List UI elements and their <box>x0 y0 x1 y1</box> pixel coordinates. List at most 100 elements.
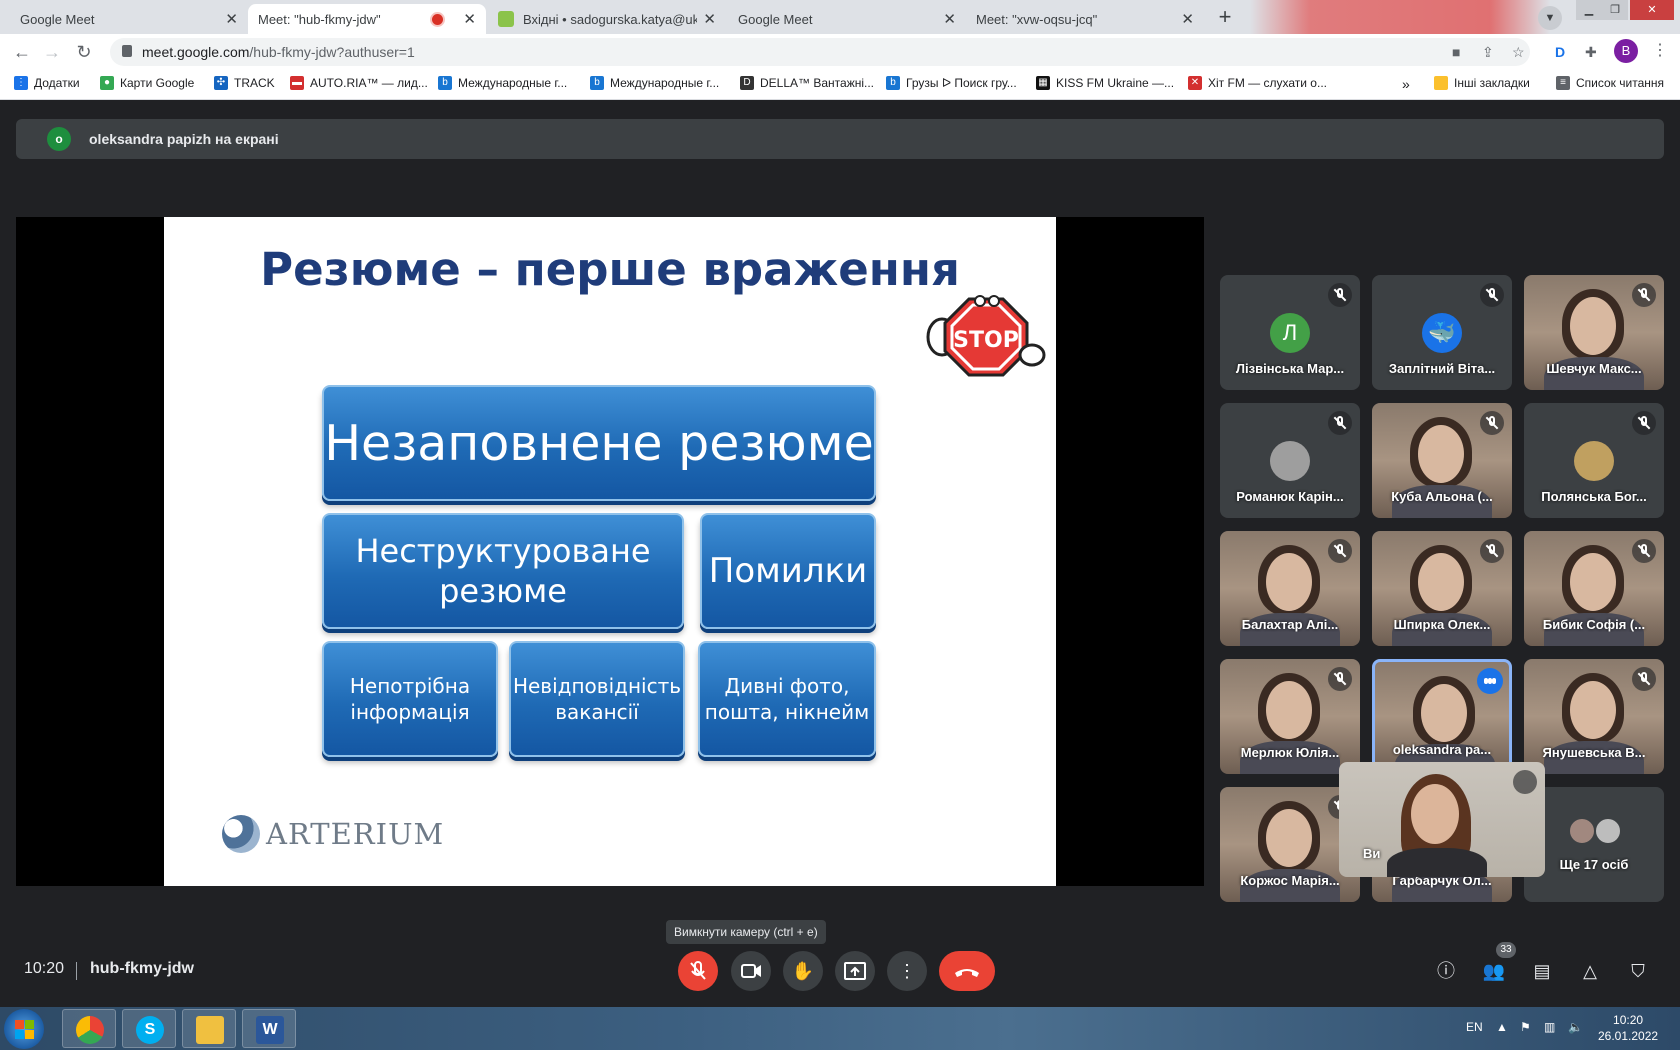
tab-title: Meet: "xvw-oqsu-jcq" <box>976 11 1098 27</box>
participant-name: Шпирка Олек... <box>1393 617 1491 632</box>
taskbar-skype[interactable]: S <box>122 1009 176 1048</box>
leave-call-button[interactable] <box>939 951 995 991</box>
camera-button[interactable] <box>731 951 771 991</box>
camera-tooltip: Вимкнути камеру (ctrl + e) <box>666 920 826 944</box>
bookmark-della[interactable]: D DELLA™ Вантажні... <box>740 76 874 90</box>
maximize-button[interactable]: ❐ <box>1602 0 1628 20</box>
meeting-code: hub-fkmy-jdw <box>90 960 194 977</box>
participant-tile[interactable]: Л Лізвінська Мар... <box>1220 275 1360 390</box>
close-tab-icon[interactable]: ✕ <box>703 10 716 28</box>
taskbar-chrome[interactable] <box>62 1009 116 1048</box>
back-button[interactable]: ← <box>10 40 34 64</box>
bookmark-star-icon[interactable]: ☆ <box>1512 44 1525 61</box>
site-icon: b <box>438 76 452 90</box>
more-participants-tile[interactable]: Ще 17 осіб <box>1524 787 1664 902</box>
address-bar[interactable]: meet.google.com/hub-fkmy-jdw?authuser=1 … <box>110 38 1530 66</box>
window-close-button[interactable]: ✕ <box>1630 0 1674 20</box>
participant-tile[interactable]: oleksandra pa... <box>1372 659 1512 774</box>
reload-button[interactable]: ↻ <box>72 40 96 64</box>
tab-meet-xvw[interactable]: Meet: "xvw-oqsu-jcq" ✕ <box>966 4 1204 120</box>
close-tab-icon[interactable]: ✕ <box>943 10 956 28</box>
tab-google-meet-1[interactable]: Google Meet ✕ <box>10 4 248 120</box>
windows-logo-red <box>15 1020 24 1029</box>
language-indicator[interactable]: EN <box>1466 1020 1483 1034</box>
network-icon[interactable]: ▥ <box>1544 1020 1555 1034</box>
activities-button[interactable]: △ <box>1577 958 1603 984</box>
extensions-puzzle-icon[interactable]: ✚ <box>1585 44 1597 61</box>
meeting-details-button[interactable]: ⓘ <box>1433 958 1459 984</box>
taskbar-explorer[interactable] <box>182 1009 236 1048</box>
participant-tile[interactable]: Шпирка Олек... <box>1372 531 1512 646</box>
people-button[interactable]: 👥 <box>1481 958 1507 984</box>
volume-icon[interactable]: 🔈 <box>1568 1020 1583 1034</box>
host-controls-button[interactable]: ⛉ <box>1625 958 1651 984</box>
participant-tile[interactable]: Полянська Бог... <box>1524 403 1664 518</box>
self-view-tile[interactable]: Ви <box>1339 762 1545 877</box>
system-clock[interactable]: 10:20 26.01.2022 <box>1598 1012 1658 1044</box>
new-tab-button[interactable]: + <box>1212 6 1238 30</box>
presentation-stage[interactable]: Резюме – перше враження STOP Незаповнене… <box>16 217 1204 886</box>
participant-tile[interactable]: Романюк Карін... <box>1220 403 1360 518</box>
participant-name: oleksandra pa... <box>1392 742 1492 757</box>
meeting-time: 10:20 <box>24 960 65 977</box>
chat-button[interactable]: ▤ <box>1529 958 1555 984</box>
participant-tile[interactable]: Куба Альона (... <box>1372 403 1512 518</box>
participant-tile[interactable]: 🐳 Заплітний Віта... <box>1372 275 1512 390</box>
close-tab-icon[interactable]: ✕ <box>1181 10 1194 28</box>
arterium-logo-icon <box>222 815 260 853</box>
tab-title: Meet: "hub-fkmy-jdw" <box>258 11 381 27</box>
more-options-button[interactable]: ⋮ <box>887 951 927 991</box>
participant-tile[interactable]: Шевчук Макс... <box>1524 275 1664 390</box>
more-participants-label: Ще 17 осіб <box>1559 857 1629 872</box>
action-center-flag-icon[interactable]: ⚑ <box>1520 1020 1531 1034</box>
participant-name: Янушевська В... <box>1542 745 1646 760</box>
bookmark-autoria[interactable]: ▬ AUTO.RIA™ — лид... <box>290 76 428 90</box>
start-button[interactable] <box>4 1009 44 1049</box>
extension-d-icon[interactable]: D <box>1555 44 1565 60</box>
tab-mail-inbox[interactable]: Вхідні • sadogurska.katya@ukr.n ✕ <box>488 4 726 34</box>
tab-search-button[interactable]: ▼ <box>1538 6 1562 30</box>
bookmark-label: Карти Google <box>120 76 195 90</box>
share-icon[interactable]: ⇪ <box>1482 44 1494 61</box>
video-face <box>1266 809 1312 867</box>
bookmark-label: Додатки <box>34 76 80 90</box>
profile-avatar[interactable]: B <box>1614 39 1638 63</box>
show-hidden-icons-icon[interactable]: ▲ <box>1496 1020 1508 1034</box>
arterium-logo: ARTERIUM <box>222 815 444 853</box>
box-empty-resume: Незаповнене резюме <box>322 385 876 501</box>
other-bookmarks-folder[interactable]: Інші закладки <box>1434 76 1530 90</box>
bookmark-maps[interactable]: ● Карти Google <box>100 76 194 90</box>
close-tab-icon[interactable]: ✕ <box>225 10 238 28</box>
participant-tile[interactable]: Янушевська В... <box>1524 659 1664 774</box>
raise-hand-button[interactable]: ✋ <box>783 951 823 991</box>
system-date: 26.01.2022 <box>1598 1029 1659 1043</box>
close-tab-icon[interactable]: ✕ <box>463 10 476 28</box>
reading-list-button[interactable]: ≡ Список читання <box>1556 76 1664 90</box>
tab-meet-hub[interactable]: Meet: "hub-fkmy-jdw" ✕ <box>248 4 486 120</box>
camera-in-use-icon[interactable]: ■ <box>1452 44 1460 60</box>
minimize-button[interactable]: ▁ <box>1576 0 1602 20</box>
mic-off-icon <box>1480 411 1504 435</box>
microphone-button[interactable] <box>678 951 718 991</box>
participant-avatar <box>1568 817 1596 845</box>
bookmark-apps[interactable]: ⋮ Додатки <box>14 76 80 90</box>
bookmark-kissfm[interactable]: ▦ KISS FM Ukraine —... <box>1036 76 1174 90</box>
participant-tile[interactable]: Бибик Софія (... <box>1524 531 1664 646</box>
participant-tile[interactable]: Балахтар Алі... <box>1220 531 1360 646</box>
forward-button[interactable]: → <box>40 40 64 64</box>
more-bookmarks-button[interactable]: » <box>1402 76 1410 92</box>
taskbar-word[interactable]: W <box>242 1009 296 1048</box>
bookmark-hitfm[interactable]: ✕ Хіт FM — слухати о... <box>1188 76 1327 90</box>
participant-tile[interactable]: Мерлюк Юлія... <box>1220 659 1360 774</box>
participant-avatar: Л <box>1270 313 1310 353</box>
tab-google-meet-2[interactable]: Google Meet ✕ <box>728 4 966 120</box>
bookmark-track[interactable]: ✣ TRACK <box>214 76 275 90</box>
bookmark-international-2[interactable]: b Международные г... <box>590 76 719 90</box>
participant-name: Куба Альона (... <box>1391 489 1493 504</box>
present-now-button[interactable] <box>835 951 875 991</box>
browser-menu-icon[interactable]: ⋮ <box>1652 40 1668 60</box>
bookmark-international-1[interactable]: b Международные г... <box>438 76 567 90</box>
bookmark-cargo[interactable]: b Грузы ᐅ Поиск гру... <box>886 76 1017 90</box>
participant-name: Балахтар Алі... <box>1241 617 1339 632</box>
mic-off-icon <box>1480 283 1504 307</box>
